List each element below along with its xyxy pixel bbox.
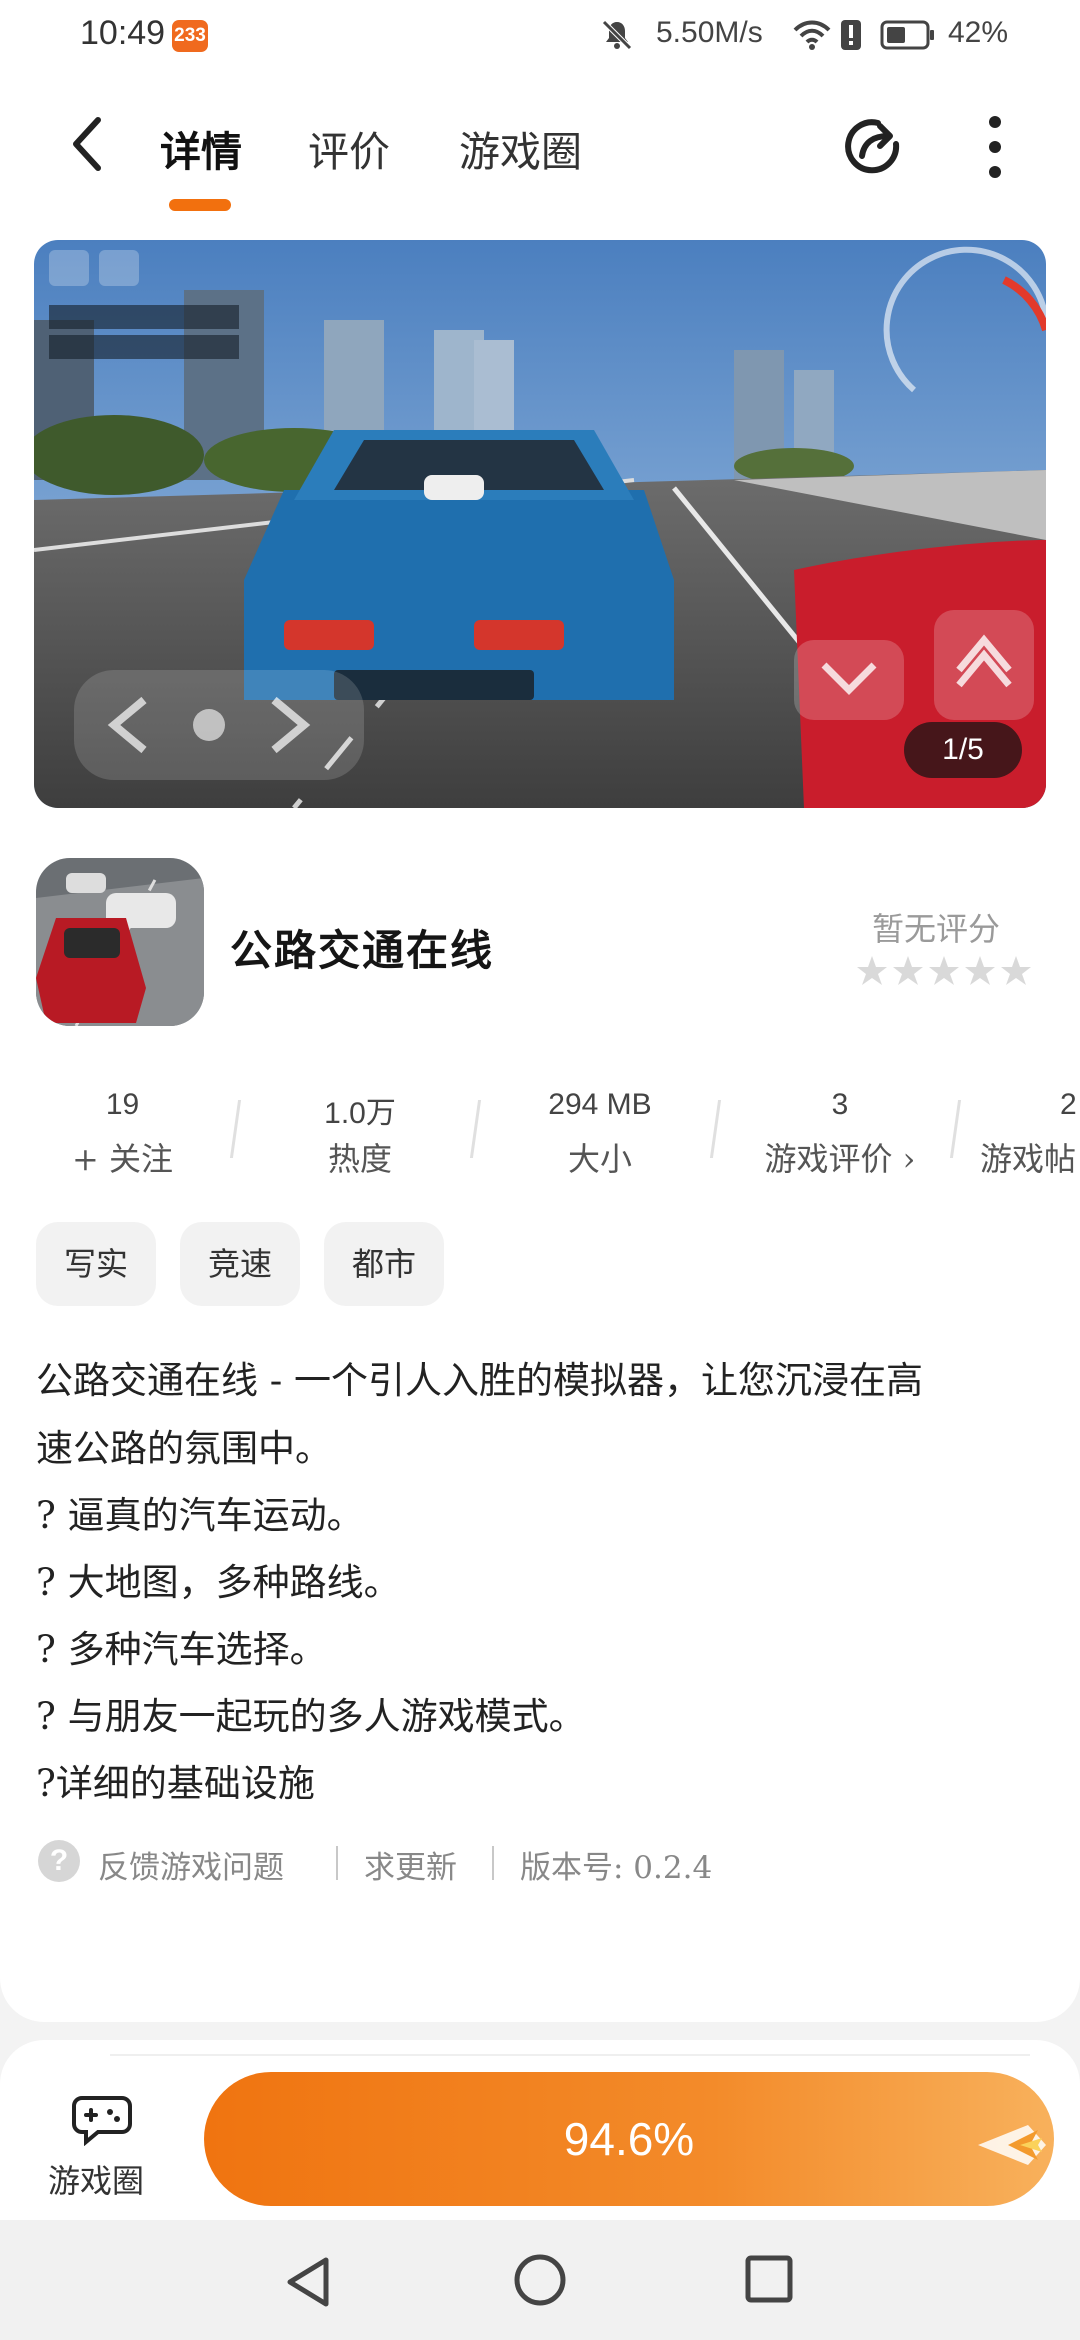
- tab-game-circle[interactable]: 游戏圈: [459, 118, 582, 178]
- action-divider: [110, 2054, 1030, 2056]
- help-icon: ?: [38, 1840, 80, 1882]
- back-arrow-icon[interactable]: [60, 112, 116, 176]
- stat-posts-label[interactable]: 游戏帖: [980, 1134, 1080, 1180]
- status-time: 10:49: [80, 14, 166, 52]
- stat-reviews-link[interactable]: 游戏评价 ›: [745, 1134, 935, 1180]
- tag-realistic[interactable]: 写实: [36, 1222, 156, 1306]
- follow-button[interactable]: + 关注: [40, 1134, 205, 1180]
- gallery-page-counter: 1/5: [904, 722, 1022, 778]
- share-icon[interactable]: [842, 114, 908, 180]
- app-name: 公路交通在线: [230, 926, 495, 975]
- rocket-flame-icon: [978, 2125, 1046, 2165]
- description-line: ? 与朋友一起玩的多人游戏模式。: [36, 1695, 586, 1738]
- tab-reviews[interactable]: 评价: [308, 118, 390, 178]
- stat-follow-count: 19: [105, 1088, 140, 1121]
- footer-separator: [336, 1846, 338, 1880]
- game-circle-icon[interactable]: [72, 2090, 132, 2146]
- alert-icon: [841, 20, 861, 50]
- stat-posts-value[interactable]: 2: [1060, 1088, 1080, 1122]
- stat-reviews-value[interactable]: 3: [760, 1088, 920, 1122]
- stat-size-label: 大小: [567, 1140, 632, 1178]
- tag-urban[interactable]: 都市: [324, 1222, 444, 1306]
- rating-status: 暂无评分: [872, 910, 1001, 948]
- download-progress-text: 94.6%: [563, 2113, 695, 2165]
- description-line: ?详细的基础设施: [36, 1762, 315, 1805]
- system-back-icon[interactable]: [282, 2254, 338, 2310]
- game-scene-image: [34, 240, 1046, 808]
- stat-popularity-label: 热度: [327, 1140, 392, 1178]
- system-home-icon[interactable]: [512, 2252, 568, 2308]
- description-line: ? 大地图，多种路线。: [36, 1561, 401, 1604]
- more-vertical-icon[interactable]: [980, 112, 1010, 182]
- description-line: ? 多种汽车选择。: [36, 1628, 327, 1671]
- system-recent-apps-icon[interactable]: [744, 2254, 794, 2304]
- app-icon: [36, 858, 204, 1026]
- description-line: ? 逼真的汽车运动。: [36, 1494, 364, 1537]
- footer-separator: [492, 1846, 494, 1880]
- active-tab-indicator: [169, 199, 231, 211]
- tag-racing[interactable]: 竞速: [180, 1222, 300, 1306]
- network-speed: 5.50M/s: [656, 16, 763, 49]
- request-update-link[interactable]: 求更新: [364, 1842, 457, 1887]
- feedback-link[interactable]: 反馈游戏问题: [98, 1842, 284, 1887]
- version-text: 版本号: 0.2.4: [520, 1850, 713, 1886]
- battery-percent: 42%: [948, 16, 1009, 49]
- game-circle-label[interactable]: 游戏圈: [48, 2156, 144, 2202]
- mute-icon: [602, 20, 632, 50]
- stat-size-value: 294 MB: [548, 1088, 652, 1121]
- game-screenshot[interactable]: [34, 240, 1046, 808]
- wifi-icon: [793, 20, 831, 50]
- app-notification-badge: 233: [172, 20, 208, 52]
- tab-details[interactable]: 详情: [160, 118, 242, 178]
- rating-stars: [857, 956, 1031, 985]
- description-line: 公路交通在线 - 一个引人入胜的模拟器，让您沉浸在高: [36, 1359, 924, 1402]
- battery-icon: [880, 20, 934, 50]
- description-line: 速公路的氛围中。: [36, 1427, 332, 1470]
- stat-popularity-value: 1.0万: [324, 1097, 396, 1130]
